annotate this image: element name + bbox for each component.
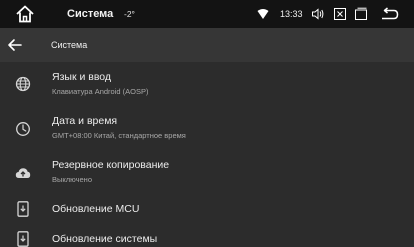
setting-date-time[interactable]: Дата и время GMT+08:00 Китай, стандартно… <box>0 106 414 150</box>
cloud-upload-icon <box>15 168 31 178</box>
globe-icon <box>15 76 31 92</box>
setting-title: Язык и ввод <box>52 71 112 83</box>
setting-subtitle: Клавиатура Android (AOSP) <box>52 87 149 96</box>
app-title: Система <box>67 8 114 20</box>
clock-icon <box>16 122 30 136</box>
setting-subtitle: Выключено <box>52 175 92 184</box>
setting-title: Дата и время <box>52 115 118 127</box>
setting-mcu-update[interactable]: Обновление MCU <box>0 194 414 224</box>
system-update-icon <box>17 201 29 217</box>
setting-title: Обновление MCU <box>52 203 140 215</box>
home-button[interactable] <box>14 4 36 24</box>
arrow-left-icon[interactable] <box>6 36 24 54</box>
settings-list: Язык и ввод Клавиатура Android (AOSP) Да… <box>0 62 414 247</box>
back-arrow-icon[interactable] <box>381 6 399 22</box>
clock: 13:33 <box>280 9 303 19</box>
setting-language[interactable]: Язык и ввод Клавиатура Android (AOSP) <box>0 62 414 106</box>
page-title: Система <box>51 40 88 50</box>
setting-title: Резервное копирование <box>52 159 170 171</box>
volume-icon[interactable] <box>311 7 325 21</box>
close-box-icon[interactable] <box>333 7 347 21</box>
windows-icon[interactable] <box>354 7 368 21</box>
page-header: Система <box>0 28 414 62</box>
setting-subtitle: GMT+08:00 Китай, стандартное время <box>52 131 186 140</box>
status-bar: Система -2° 13:33 <box>0 0 414 28</box>
home-icon <box>16 5 34 23</box>
setting-backup[interactable]: Резервное копирование Выключено <box>0 150 414 194</box>
temperature-readout: -2° <box>124 9 135 19</box>
system-update-icon <box>17 231 29 247</box>
setting-system-update[interactable]: Обновление системы <box>0 224 414 247</box>
setting-title: Обновление системы <box>52 233 158 245</box>
wifi-icon <box>257 9 269 19</box>
